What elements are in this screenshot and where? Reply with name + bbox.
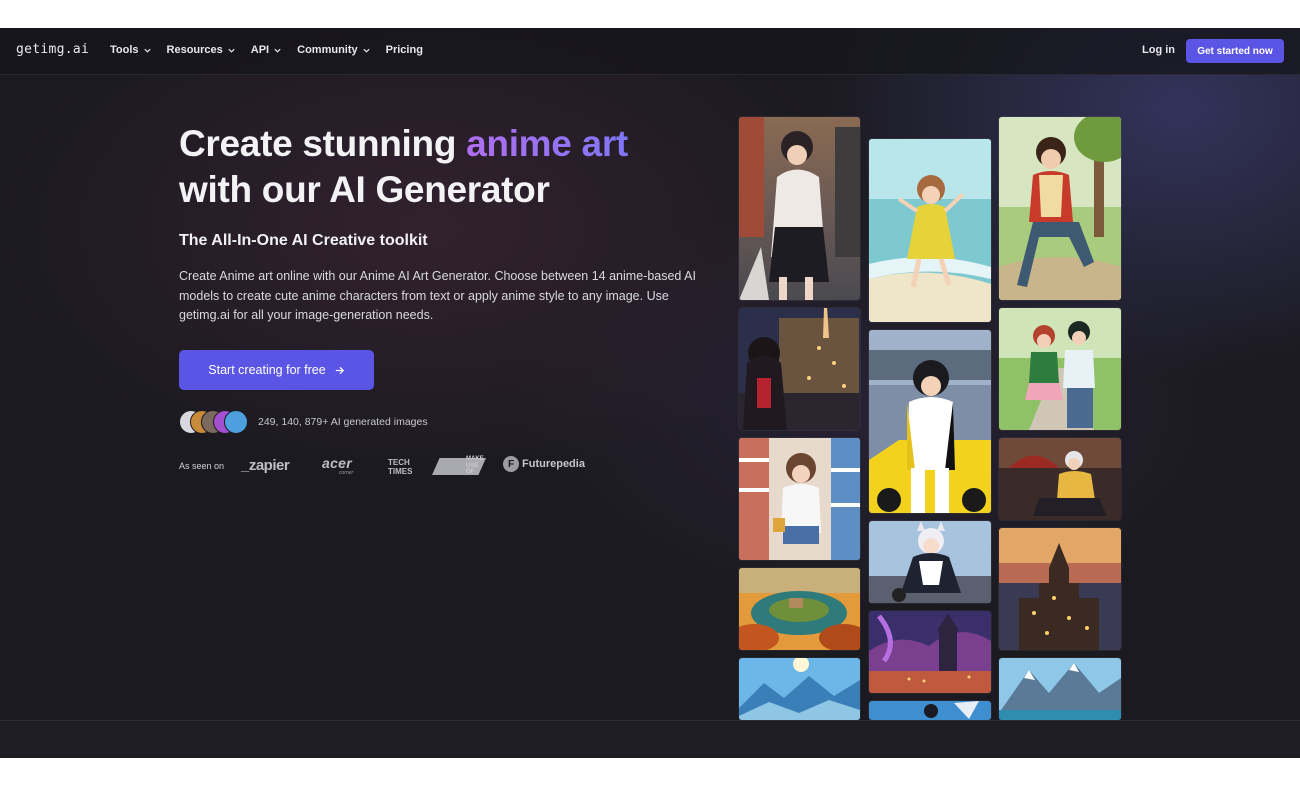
nav-item-label: Resources (166, 44, 223, 56)
gallery-image-park-bench-boy[interactable] (999, 117, 1121, 300)
gallery-image-city-street-girl[interactable] (739, 117, 860, 300)
gallery-image-beach-girl-jumping[interactable] (869, 139, 991, 322)
avatar (224, 410, 248, 434)
gallery-image-sky-warrior[interactable] (869, 701, 991, 720)
logo[interactable]: getimg.ai (16, 42, 89, 57)
zapier-logo: _zapier (241, 457, 290, 474)
chevron-down-icon (274, 48, 281, 53)
nav-item-label: API (250, 44, 270, 56)
futurepedia-icon: F (503, 456, 519, 472)
nav-item-tools[interactable]: Tools (110, 44, 152, 56)
as-seen-on-label: As seen on (179, 461, 225, 471)
nav-item-label: Tools (110, 44, 139, 56)
top-navbar: getimg.ai Tools Resources API Community … (0, 28, 1300, 75)
gallery-image-castle-night[interactable] (869, 611, 991, 693)
nav-item-pricing[interactable]: Pricing (386, 44, 423, 56)
nav-menu: Tools Resources API Community Pricing (110, 44, 438, 56)
techtimes-logo: TECH TIMES (388, 458, 413, 476)
title-text: Create stunning (179, 123, 467, 164)
futurepedia-logo: Futurepedia (522, 458, 585, 470)
gallery-image-gothic-tower-sunset[interactable] (999, 528, 1121, 650)
nav-item-resources[interactable]: Resources (167, 44, 236, 56)
chevron-down-icon (143, 48, 151, 53)
gallery-image-cat-girl-maid[interactable] (869, 521, 991, 603)
start-creating-label: Start creating for free (208, 363, 326, 377)
nav-item-community[interactable]: Community (297, 44, 371, 56)
bottom-bar (0, 720, 1300, 758)
gallery-image-umbrella-boy[interactable] (999, 438, 1121, 520)
acer-logo: acer (322, 455, 353, 471)
user-avatars (179, 410, 253, 434)
gallery-image-store-aisle-girl[interactable] (739, 438, 860, 560)
gallery-image-racing-girl-yellow-car[interactable] (869, 330, 991, 513)
gallery-image-autumn-island[interactable] (739, 568, 860, 650)
hero-subtitle: The All-In-One AI Creative toolkit (179, 232, 428, 249)
login-link[interactable]: Log in (1142, 44, 1175, 56)
start-creating-button[interactable]: Start creating for free (179, 350, 374, 390)
hero-description: Create Anime art online with our Anime A… (179, 269, 696, 322)
gallery-image-night-city-girl[interactable] (739, 308, 860, 430)
get-started-button[interactable]: Get started now (1186, 39, 1284, 63)
gallery-image-mountain-sun[interactable] (739, 658, 860, 720)
page-frame: getimg.ai Tools Resources API Community … (0, 28, 1300, 758)
chevron-down-icon (228, 48, 235, 53)
gallery-image-park-couple[interactable] (999, 308, 1121, 430)
title-text-line2: with our AI Generator (179, 169, 550, 210)
acer-corner-label: corner (339, 470, 354, 476)
generated-images-count: 249, 140, 879+ AI generated images (258, 416, 428, 428)
title-accent: anime art (466, 123, 628, 164)
chevron-down-icon (363, 48, 370, 53)
nav-item-label: Pricing (385, 44, 423, 56)
nav-item-api[interactable]: API (251, 44, 282, 56)
makeuseof-text: MAKE USE OF (466, 456, 484, 475)
gallery-image-snowy-mountains[interactable] (999, 658, 1121, 720)
arrow-right-icon (335, 366, 344, 374)
page-title: Create stunning anime art with our AI Gen… (179, 121, 739, 213)
nav-item-label: Community (297, 44, 358, 56)
